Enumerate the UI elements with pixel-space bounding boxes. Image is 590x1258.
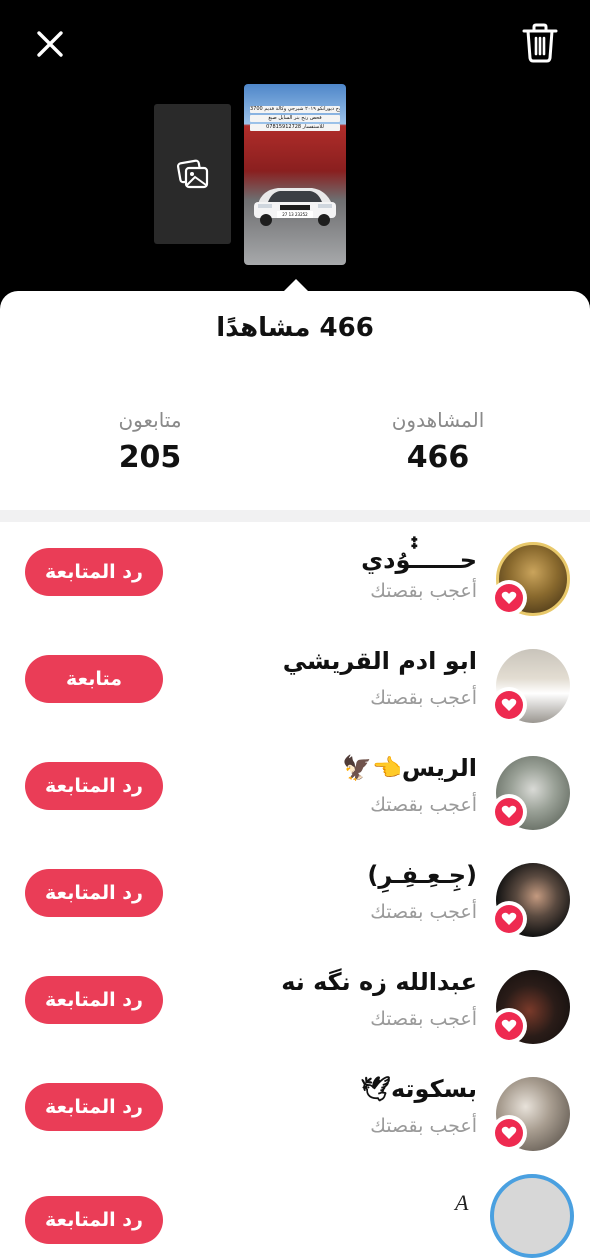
heart-badge: [491, 687, 527, 723]
viewer-action-text: أعجب بقصتك: [370, 901, 477, 923]
viewer-action-text: أعجب بقصتك: [370, 687, 477, 709]
story-thumbnail-selected[interactable]: دوج ديورانكو ٢٠١٩ شيرجي وكالة فديم 3700 …: [244, 84, 346, 265]
story-caption-line: فحص رنج بنر السايل صبغ: [250, 115, 340, 122]
story-thumbnail-placeholder[interactable]: [154, 104, 231, 244]
viewers-label: المشاهدون: [391, 408, 485, 432]
story-caption-line: دوج ديورانكو ٢٠١٩ شيرجي وكالة فديم 3700 …: [250, 106, 340, 113]
viewer-name[interactable]: ابو ادم القريشي: [283, 647, 477, 675]
viewer-action-text: أعجب بقصتك: [370, 1115, 477, 1137]
viewer-name[interactable]: بسكوته🕊: [361, 1075, 477, 1103]
followers-label: متابعون: [118, 408, 182, 432]
heart-icon: [501, 1019, 517, 1032]
heart-badge: [491, 901, 527, 937]
license-plate: 27 13 23252: [277, 211, 313, 218]
heart-badge: [491, 580, 527, 616]
viewers-count: 466: [406, 440, 470, 475]
avatar[interactable]: [490, 1174, 574, 1258]
sheet-pointer: [283, 279, 309, 292]
section-divider: [0, 510, 590, 522]
delete-story-button[interactable]: [518, 20, 562, 66]
follow-back-button[interactable]: رد المتابعة: [25, 976, 163, 1024]
heart-icon: [501, 591, 517, 604]
heart-icon: [501, 912, 517, 925]
close-button[interactable]: [30, 24, 70, 64]
total-views-title: 466 مشاهدًا: [216, 313, 374, 343]
story-preview-header: دوج ديورانكو ٢٠١٩ شيرجي وكالة فديم 3700 …: [0, 0, 590, 310]
viewer-action-text: أعجب بقصتك: [370, 794, 477, 816]
viewer-row[interactable]: بسكوته🕊 أعجب بقصتك رد المتابعة: [0, 1069, 590, 1176]
close-icon: [37, 31, 63, 57]
heart-badge: [491, 1115, 527, 1151]
viewer-name[interactable]: الريس👈🦅: [342, 754, 477, 782]
story-caption-line: 07815912728 للاستفسار: [250, 124, 340, 131]
follow-back-button[interactable]: رد المتابعة: [25, 1083, 163, 1131]
followers-count: 205: [118, 440, 182, 475]
heart-badge: [491, 794, 527, 830]
viewer-action-text: أعجب بقصتك: [370, 1008, 477, 1030]
viewer-row[interactable]: عبدالله زه نگه نه أعجب بقصتك رد المتابعة: [0, 962, 590, 1069]
viewer-name[interactable]: عبدالله زه نگه نه: [281, 968, 477, 996]
heart-icon: [501, 805, 517, 818]
viewer-name-partial[interactable]: A: [455, 1190, 468, 1216]
heart-icon: [501, 1126, 517, 1139]
trash-icon: [522, 23, 558, 63]
viewer-action-text: أعجب بقصتك: [370, 580, 477, 602]
follow-back-button[interactable]: رد المتابعة: [25, 1196, 163, 1244]
follow-back-button[interactable]: رد المتابعة: [25, 762, 163, 810]
viewer-row[interactable]: (جِـعِـفِـرِ) أعجب بقصتك رد المتابعة: [0, 855, 590, 962]
heart-badge: [491, 1008, 527, 1044]
car-image: [254, 188, 336, 226]
follow-button[interactable]: متابعة: [25, 655, 163, 703]
follow-back-button[interactable]: رد المتابعة: [25, 869, 163, 917]
viewer-row[interactable]: الريس👈🦅 أعجب بقصتك رد المتابعة: [0, 748, 590, 855]
viewer-name[interactable]: (جِـعِـفِـرِ): [367, 861, 477, 889]
image-placeholder-icon: [176, 159, 208, 189]
viewer-row[interactable]: ابو ادم القريشي أعجب بقصتك متابعة: [0, 641, 590, 748]
heart-icon: [501, 698, 517, 711]
follow-back-button[interactable]: رد المتابعة: [25, 548, 163, 596]
viewer-name[interactable]: حـــــ๋๋ـوُدي: [361, 540, 477, 579]
viewer-row[interactable]: حـــــ๋๋ـوُدي أعجب بقصتك رد المتابعة: [0, 534, 590, 641]
